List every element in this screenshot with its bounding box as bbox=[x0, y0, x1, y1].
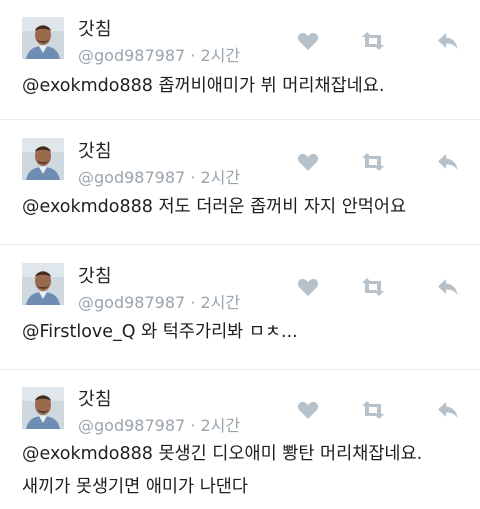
tweet-time[interactable]: 2시간 bbox=[200, 168, 240, 187]
user-handle[interactable]: @god987987 bbox=[78, 46, 185, 65]
tweet: 갓침 @god987987 · 2시간 bbox=[0, 245, 480, 370]
user-handle[interactable]: @god987987 bbox=[78, 416, 185, 435]
tweet: 갓침 @god987987 · 2시간 bbox=[0, 120, 480, 245]
avatar[interactable] bbox=[22, 138, 64, 180]
reply-button[interactable] bbox=[436, 151, 460, 173]
user-name[interactable]: 갓침 bbox=[78, 385, 112, 411]
meta-separator: · bbox=[190, 46, 196, 65]
avatar[interactable] bbox=[22, 263, 64, 305]
avatar-photo bbox=[22, 263, 64, 305]
reply-icon bbox=[438, 33, 458, 49]
like-button[interactable] bbox=[296, 399, 320, 421]
tweet-time[interactable]: 2시간 bbox=[200, 293, 240, 312]
tweet-actions bbox=[296, 30, 462, 52]
tweet: 갓침 @god987987 · 2시간 bbox=[0, 370, 480, 509]
avatar[interactable] bbox=[22, 17, 64, 59]
tweet-actions bbox=[296, 276, 462, 298]
avatar-photo bbox=[22, 138, 64, 180]
user-name[interactable]: 갓침 bbox=[78, 15, 112, 41]
tweet-text: @exokmdo888 못생긴 디오애미 뽱탄 머리채잡네요. 새끼가 못생기면… bbox=[22, 444, 423, 497]
heart-icon bbox=[297, 32, 319, 50]
avatar-photo bbox=[22, 17, 64, 59]
heart-icon bbox=[297, 278, 319, 296]
reply-button[interactable] bbox=[436, 30, 460, 52]
retweet-button[interactable] bbox=[360, 399, 384, 421]
tweet-meta: @god987987 · 2시간 bbox=[78, 164, 240, 188]
reply-icon bbox=[438, 154, 458, 170]
user-name[interactable]: 갓침 bbox=[78, 137, 112, 163]
user-handle[interactable]: @god987987 bbox=[78, 168, 185, 187]
like-button[interactable] bbox=[296, 30, 320, 52]
reply-icon bbox=[438, 402, 458, 418]
retweet-button[interactable] bbox=[360, 151, 384, 173]
tweet: 갓침 @god987987 · 2시간 bbox=[0, 0, 480, 120]
avatar[interactable] bbox=[22, 387, 64, 429]
heart-icon bbox=[297, 153, 319, 171]
retweet-icon bbox=[362, 278, 384, 296]
meta-separator: · bbox=[190, 416, 196, 435]
reply-button[interactable] bbox=[436, 399, 460, 421]
meta-separator: · bbox=[190, 293, 196, 312]
tweet-actions bbox=[296, 399, 462, 421]
tweet-text: @exokmdo888 저도 더러운 좁꺼비 자지 안먹어요 bbox=[22, 197, 407, 217]
tweet-time[interactable]: 2시간 bbox=[200, 416, 240, 435]
meta-separator: · bbox=[190, 168, 196, 187]
retweet-button[interactable] bbox=[360, 276, 384, 298]
tweet-text: @Firstlove_Q 와 턱주가리봐 ㅁㅊ... bbox=[22, 322, 298, 342]
retweet-icon bbox=[362, 153, 384, 171]
reply-icon bbox=[438, 279, 458, 295]
tweet-meta: @god987987 · 2시간 bbox=[78, 42, 240, 66]
tweet-feed: 갓침 @god987987 · 2시간 @exokmdo888 좁꺼비애미가 뷔… bbox=[0, 0, 480, 509]
retweet-icon bbox=[362, 401, 384, 419]
like-button[interactable] bbox=[296, 276, 320, 298]
tweet-text: @exokmdo888 좁꺼비애미가 뷔 머리채잡네요. bbox=[22, 76, 385, 96]
heart-icon bbox=[297, 401, 319, 419]
user-name[interactable]: 갓침 bbox=[78, 262, 112, 288]
tweet-meta: @god987987 · 2시간 bbox=[78, 412, 240, 436]
like-button[interactable] bbox=[296, 151, 320, 173]
tweet-meta: @god987987 · 2시간 bbox=[78, 289, 240, 313]
retweet-icon bbox=[362, 32, 384, 50]
tweet-time[interactable]: 2시간 bbox=[200, 46, 240, 65]
reply-button[interactable] bbox=[436, 276, 460, 298]
retweet-button[interactable] bbox=[360, 30, 384, 52]
tweet-actions bbox=[296, 151, 462, 173]
avatar-photo bbox=[22, 387, 64, 429]
user-handle[interactable]: @god987987 bbox=[78, 293, 185, 312]
